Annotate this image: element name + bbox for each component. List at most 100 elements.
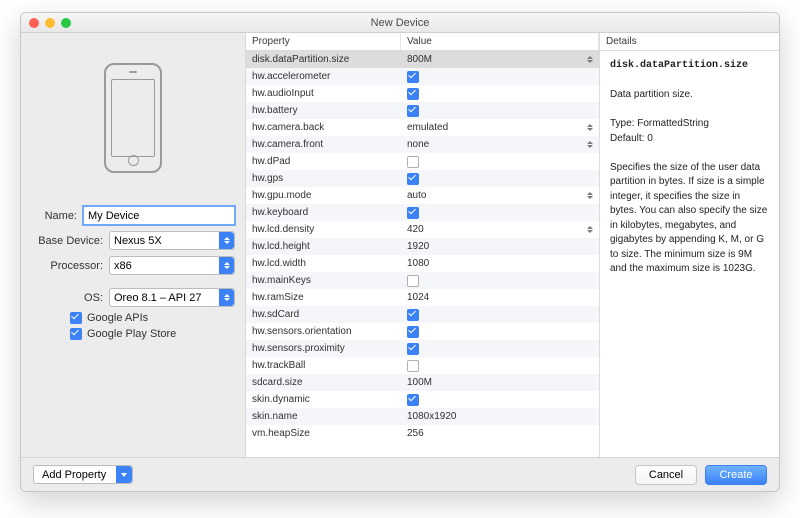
add-property-label: Add Property xyxy=(42,469,106,481)
property-name: hw.camera.back xyxy=(246,122,401,133)
property-name: hw.dPad xyxy=(246,156,401,167)
stepper-icon[interactable] xyxy=(587,56,593,63)
table-row[interactable]: hw.gps xyxy=(246,170,599,187)
property-value[interactable]: 100M xyxy=(401,377,599,388)
stepper-icon[interactable] xyxy=(587,226,593,233)
table-row[interactable]: hw.lcd.density 420 xyxy=(246,221,599,238)
property-value[interactable]: 800M xyxy=(401,54,599,65)
value-text: 100M xyxy=(407,377,432,388)
checkbox-checked-icon xyxy=(407,105,419,117)
property-value[interactable] xyxy=(401,71,599,83)
table-row[interactable]: hw.mainKeys xyxy=(246,272,599,289)
table-row[interactable]: hw.dPad xyxy=(246,153,599,170)
property-value[interactable] xyxy=(401,309,599,321)
create-button[interactable]: Create xyxy=(705,465,767,485)
property-value[interactable] xyxy=(401,394,599,406)
value-text: 420 xyxy=(407,224,424,235)
details-type: Type: FormattedString xyxy=(610,117,769,132)
google-play-label: Google Play Store xyxy=(87,328,176,340)
checkbox-checked-icon xyxy=(407,88,419,100)
stepper-icon[interactable] xyxy=(587,141,593,148)
add-property-button[interactable]: Add Property xyxy=(33,465,133,484)
property-name: hw.gpu.mode xyxy=(246,190,401,201)
property-name: hw.camera.front xyxy=(246,139,401,150)
property-value[interactable] xyxy=(401,105,599,117)
property-name: hw.keyboard xyxy=(246,207,401,218)
table-row[interactable]: hw.sensors.proximity xyxy=(246,340,599,357)
google-play-checkbox[interactable]: Google Play Store xyxy=(70,328,274,340)
property-name: sdcard.size xyxy=(246,377,401,388)
table-row[interactable]: vm.heapSize256 xyxy=(246,425,599,442)
value-text: 800M xyxy=(407,54,432,65)
property-value[interactable]: emulated xyxy=(401,122,599,133)
value-text: 1024 xyxy=(407,292,429,303)
property-name: disk.dataPartition.size xyxy=(246,54,401,65)
checkbox-checked-icon xyxy=(70,328,82,340)
details-title: disk.dataPartition.size xyxy=(610,59,769,74)
table-row[interactable]: skin.dynamic xyxy=(246,391,599,408)
google-apis-label: Google APIs xyxy=(87,312,148,324)
property-name: hw.lcd.width xyxy=(246,258,401,269)
checkbox-unchecked-icon xyxy=(407,360,419,372)
checkbox-unchecked-icon xyxy=(407,156,419,168)
cancel-button[interactable]: Cancel xyxy=(635,465,697,485)
table-row[interactable]: hw.keyboard xyxy=(246,204,599,221)
property-value[interactable] xyxy=(401,326,599,338)
property-name: vm.heapSize xyxy=(246,428,401,439)
table-row[interactable]: hw.gpu.modeauto xyxy=(246,187,599,204)
table-row[interactable]: hw.camera.back emulated xyxy=(246,119,599,136)
property-name: hw.accelerometer xyxy=(246,71,401,82)
value-text: none xyxy=(407,139,429,150)
table-row[interactable]: hw.trackBall xyxy=(246,357,599,374)
titlebar: New Device xyxy=(21,13,779,33)
cancel-label: Cancel xyxy=(649,469,683,481)
table-row[interactable]: hw.sdCard xyxy=(246,306,599,323)
table-row[interactable]: hw.camera.front none xyxy=(246,136,599,153)
chevron-updown-icon xyxy=(219,232,234,249)
property-value[interactable]: 1024 xyxy=(401,292,599,303)
property-value[interactable]: 1080 xyxy=(401,258,599,269)
property-value[interactable]: 1920 xyxy=(401,241,599,252)
stepper-icon[interactable] xyxy=(587,192,593,199)
table-row[interactable]: hw.lcd.width 1080 xyxy=(246,255,599,272)
property-value[interactable] xyxy=(401,88,599,100)
new-device-window: New Device Name: Base Device: Nexus 5X P… xyxy=(20,12,780,492)
table-row[interactable]: sdcard.size 100M xyxy=(246,374,599,391)
footer: Add Property Cancel Create xyxy=(21,457,779,491)
name-input[interactable] xyxy=(83,206,235,225)
table-row[interactable]: hw.accelerometer xyxy=(246,68,599,85)
column-property[interactable]: Property xyxy=(246,33,401,50)
property-value[interactable]: none xyxy=(401,139,599,150)
checkbox-unchecked-icon xyxy=(407,275,419,287)
value-text: emulated xyxy=(407,122,448,133)
table-row[interactable]: disk.dataPartition.size 800M xyxy=(246,51,599,68)
stepper-icon[interactable] xyxy=(587,124,593,131)
table-row[interactable]: hw.ramSize1024 xyxy=(246,289,599,306)
table-row[interactable]: skin.name1080x1920 xyxy=(246,408,599,425)
table-row[interactable]: hw.lcd.height1920 xyxy=(246,238,599,255)
property-name: hw.lcd.density xyxy=(246,224,401,235)
property-value[interactable] xyxy=(401,275,599,287)
property-value[interactable]: auto xyxy=(401,190,599,201)
property-value[interactable] xyxy=(401,173,599,185)
os-select[interactable]: Oreo 8.1 – API 27 xyxy=(109,288,235,307)
processor-value: x86 xyxy=(114,260,132,272)
base-device-select[interactable]: Nexus 5X xyxy=(109,231,235,250)
table-row[interactable]: hw.battery xyxy=(246,102,599,119)
column-value[interactable]: Value xyxy=(401,33,599,50)
window-title: New Device xyxy=(21,17,779,29)
chevron-updown-icon xyxy=(219,257,234,274)
property-value[interactable] xyxy=(401,156,599,168)
property-value[interactable]: 1080x1920 xyxy=(401,411,599,422)
property-value[interactable] xyxy=(401,360,599,372)
google-apis-checkbox[interactable]: Google APIs xyxy=(70,312,274,324)
processor-select[interactable]: x86 xyxy=(109,256,235,275)
property-value[interactable] xyxy=(401,207,599,219)
property-value[interactable]: 420 xyxy=(401,224,599,235)
checkbox-checked-icon xyxy=(70,312,82,324)
table-row[interactable]: hw.sensors.orientation xyxy=(246,323,599,340)
property-value[interactable] xyxy=(401,343,599,355)
table-row[interactable]: hw.audioInput xyxy=(246,85,599,102)
property-value[interactable]: 256 xyxy=(401,428,599,439)
value-text: 1080 xyxy=(407,258,429,269)
